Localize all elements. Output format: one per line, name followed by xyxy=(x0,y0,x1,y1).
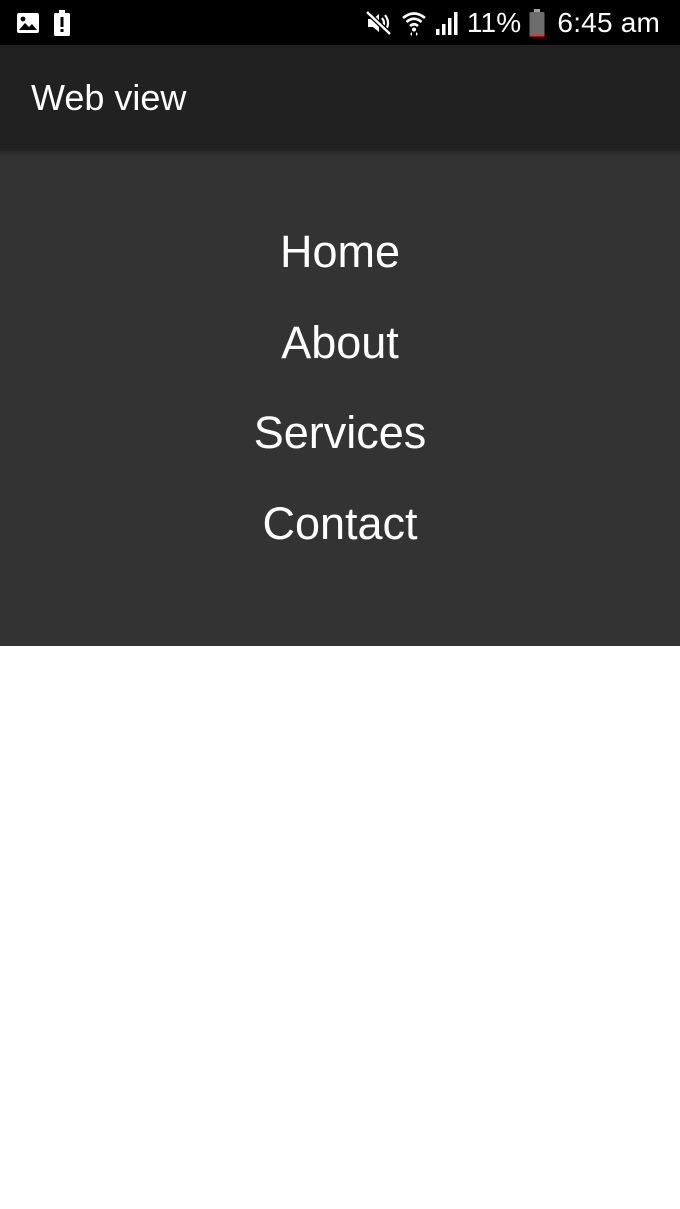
nav-link-contact[interactable]: Contact xyxy=(0,479,680,570)
nav-list: Home About Services Contact xyxy=(0,207,680,569)
battery-icon xyxy=(529,8,545,37)
status-bar: 11% 6:45 am xyxy=(0,0,680,45)
nav-link-services[interactable]: Services xyxy=(0,388,680,479)
app-bar-shadow xyxy=(0,151,680,157)
image-notification-icon xyxy=(16,12,40,34)
battery-percent-text: 11% xyxy=(466,7,522,38)
battery-level-fill xyxy=(529,33,545,36)
status-time: 6:45 am xyxy=(557,7,660,38)
status-left-icons xyxy=(16,9,70,37)
signal-icon xyxy=(435,11,459,35)
status-right-icons: 11% 6:45 am xyxy=(365,0,660,45)
wifi-icon xyxy=(401,10,427,36)
app-bar: Web view xyxy=(0,45,680,151)
battery-alert-icon xyxy=(54,10,70,36)
web-nav-menu: Home About Services Contact xyxy=(0,151,680,646)
mute-icon xyxy=(365,9,393,36)
nav-link-home[interactable]: Home xyxy=(0,207,680,298)
nav-link-about[interactable]: About xyxy=(0,298,680,389)
web-page-body xyxy=(0,646,680,1209)
app-title: Web view xyxy=(31,77,187,118)
